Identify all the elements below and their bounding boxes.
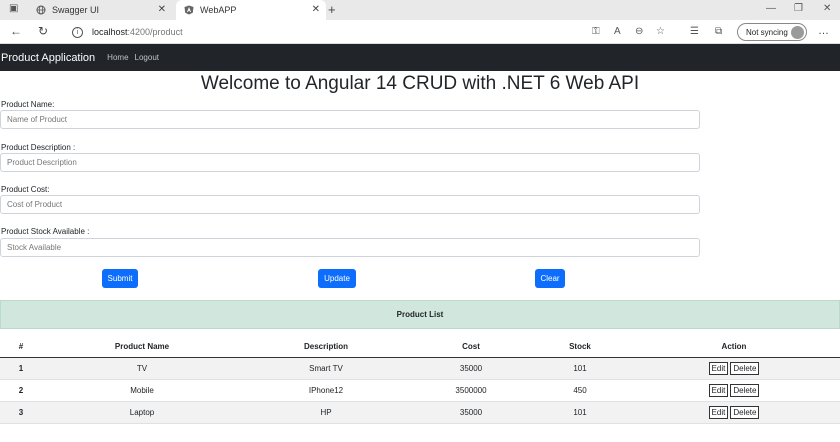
collections-icon[interactable]: ⧉ — [715, 26, 722, 37]
zoom-icon[interactable]: ⊖ — [635, 26, 643, 37]
tab-webapp[interactable]: WebAPP ✕ — [176, 0, 326, 20]
update-button[interactable]: Update — [318, 269, 356, 288]
table-row: 3 Laptop HP 35000 101 Edit Delete — [0, 401, 840, 424]
more-options-icon[interactable]: … — [818, 25, 829, 37]
product-list-heading: Product List — [0, 300, 840, 329]
address-bar: ← ↻ i localhost:4200/product ⚿ A ⊖ ☆ ☰ ⧉… — [0, 20, 840, 44]
globe-icon — [36, 5, 46, 15]
key-icon[interactable]: ⚿ — [592, 26, 600, 37]
row-description: IPhone12 — [242, 379, 410, 402]
row-actions: Edit Delete — [628, 401, 840, 424]
site-info-icon[interactable]: i — [72, 26, 83, 38]
column-header: Cost — [410, 336, 532, 358]
product-cost-label: Product Cost: — [1, 185, 50, 194]
delete-button[interactable]: Delete — [730, 361, 760, 375]
column-header: Action — [628, 336, 840, 358]
page-title: Welcome to Angular 14 CRUD with .NET 6 W… — [200, 73, 640, 94]
sync-label: Not syncing — [746, 27, 788, 37]
profile-sync-button[interactable]: Not syncing — [737, 23, 807, 41]
tab-label: Swagger UI — [52, 5, 100, 15]
product-stock-input[interactable]: Stock Available — [0, 238, 700, 257]
angular-icon — [184, 5, 194, 15]
row-name: TV — [42, 357, 242, 380]
url-field[interactable]: i localhost:4200/product — [68, 23, 682, 41]
product-name-input[interactable]: Name of Product — [0, 110, 700, 129]
column-header: Description — [242, 336, 410, 358]
table-row: 1 TV Smart TV 35000 101 Edit Delete — [0, 357, 840, 380]
column-header: Product Name — [42, 336, 242, 358]
favorites-icon[interactable]: ☰ — [690, 26, 699, 37]
back-icon[interactable]: ← — [10, 24, 22, 38]
tab-label: WebAPP — [200, 5, 237, 15]
edit-button[interactable]: Edit — [708, 405, 729, 419]
nav-link-home[interactable]: Home — [107, 53, 128, 62]
minimize-icon[interactable]: — — [766, 3, 776, 14]
close-tab-icon[interactable]: ✕ — [312, 4, 320, 15]
row-description: Smart TV — [242, 357, 410, 380]
avatar — [791, 26, 804, 39]
row-name: Mobile — [42, 379, 242, 402]
row-actions: Edit Delete — [628, 357, 840, 380]
product-cost-input[interactable]: Cost of Product — [0, 195, 700, 214]
row-id: 3 — [0, 401, 42, 424]
clear-button[interactable]: Clear — [535, 269, 565, 288]
row-stock: 450 — [532, 379, 628, 402]
edit-button[interactable]: Edit — [708, 361, 729, 375]
browser-tab-strip: ▣ Swagger UI ✕ WebAPP ✕ + — ❐ ✕ — [0, 0, 840, 20]
edit-button[interactable]: Edit — [708, 383, 729, 397]
row-cost: 35000 — [410, 357, 532, 380]
row-actions: Edit Delete — [628, 379, 840, 402]
tab-actions-icon[interactable]: ▣ — [9, 3, 18, 14]
new-tab-icon[interactable]: + — [328, 2, 336, 17]
restore-icon[interactable]: ❐ — [794, 3, 803, 14]
product-description-label: Product Description : — [1, 143, 76, 152]
product-description-input[interactable]: Product Description — [0, 153, 700, 172]
submit-button[interactable]: Submit — [102, 269, 138, 288]
row-cost: 3500000 — [410, 379, 532, 402]
product-name-label: Product Name: — [1, 100, 55, 109]
table-row: 2 Mobile IPhone12 3500000 450 Edit Delete — [0, 379, 840, 402]
app-navbar: Product Application Home Logout — [0, 44, 840, 71]
url-path: :4200/product — [127, 27, 183, 37]
row-description: HP — [242, 401, 410, 424]
column-header: Stock — [532, 336, 628, 358]
column-header: # — [0, 336, 42, 358]
row-stock: 101 — [532, 401, 628, 424]
brand[interactable]: Product Application — [1, 52, 95, 64]
close-window-icon[interactable]: ✕ — [823, 3, 831, 14]
url-host: localhost — [92, 27, 128, 37]
read-aloud-icon[interactable]: A — [614, 26, 621, 37]
row-id: 1 — [0, 357, 42, 380]
table-header-row: # Product Name Description Cost Stock Ac… — [0, 336, 840, 358]
product-table: # Product Name Description Cost Stock Ac… — [0, 336, 840, 424]
tab-swagger-ui[interactable]: Swagger UI ✕ — [26, 0, 172, 20]
close-tab-icon[interactable]: ✕ — [158, 4, 166, 15]
refresh-icon[interactable]: ↻ — [38, 24, 48, 38]
favorites-add-icon[interactable]: ☆ — [656, 26, 665, 37]
delete-button[interactable]: Delete — [730, 383, 760, 397]
row-stock: 101 — [532, 357, 628, 380]
nav-link-logout[interactable]: Logout — [135, 53, 159, 62]
product-stock-label: Product Stock Available : — [1, 227, 90, 236]
row-name: Laptop — [42, 401, 242, 424]
row-cost: 35000 — [410, 401, 532, 424]
row-id: 2 — [0, 379, 42, 402]
delete-button[interactable]: Delete — [730, 405, 760, 419]
